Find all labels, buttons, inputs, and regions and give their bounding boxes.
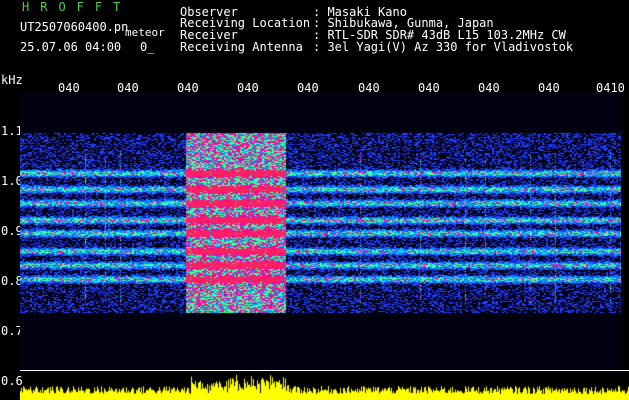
header-datetime: 25.07.06 04:00 [20,40,122,54]
header-title: HROFFT [22,0,132,14]
header-subtitle: meteor [125,26,165,39]
info-value-antenna: : 3el Yagi(V) Az 330 for Vladivostok [313,40,574,54]
amplitude-histogram [20,371,629,400]
info-label-antenna: Receiving Antenna [180,40,303,54]
header-count: 0_ [140,40,155,54]
header-filename: UT2507060400.pn [20,20,129,34]
spectrogram-canvas [20,93,621,370]
y-axis-unit: kHz [1,73,23,87]
